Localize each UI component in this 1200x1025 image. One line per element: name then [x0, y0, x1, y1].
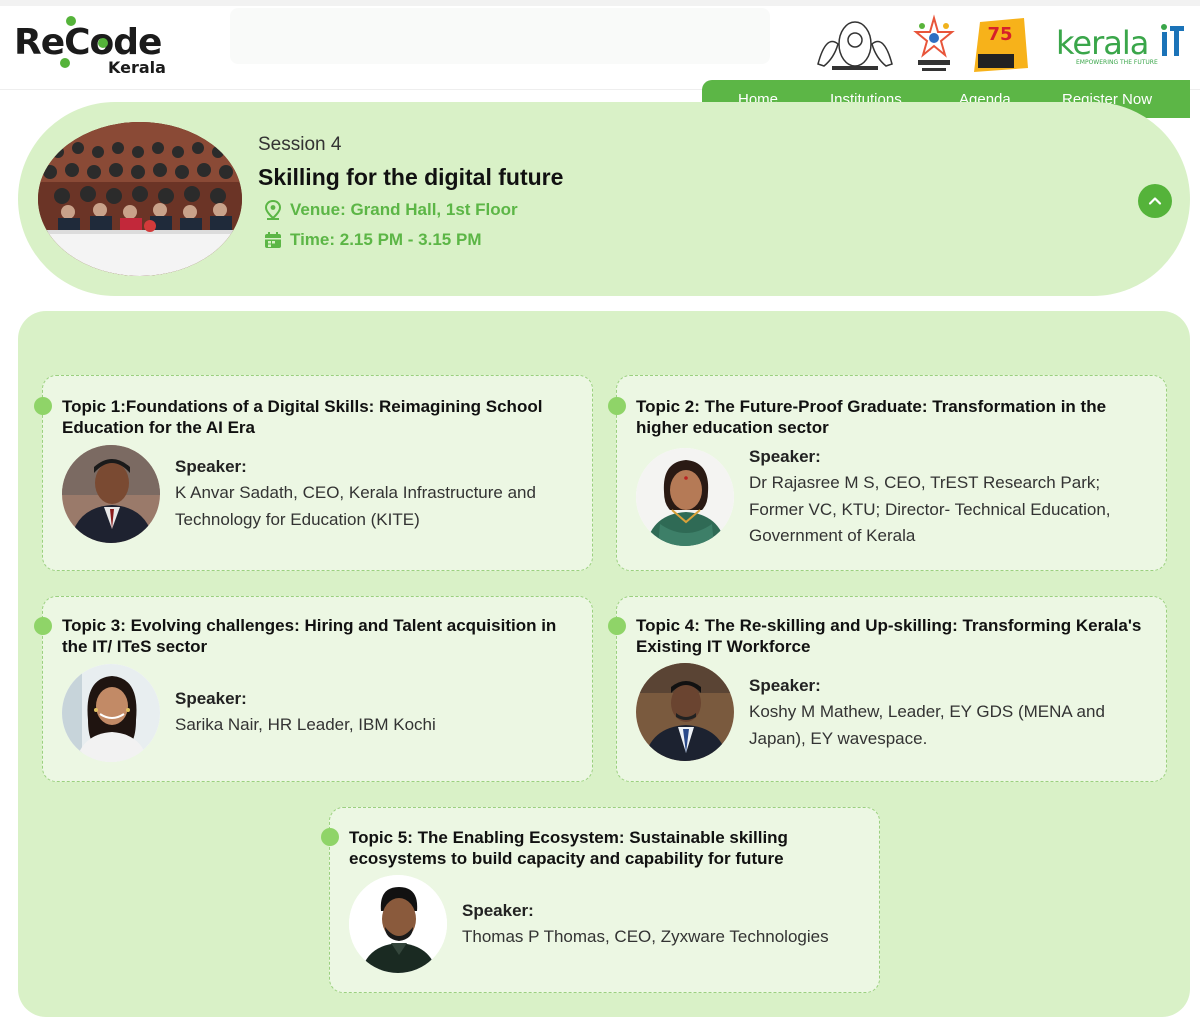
svg-text:kerala: kerala — [1056, 24, 1148, 62]
speaker-avatar-1 — [62, 445, 160, 543]
session-time: Time: 2.15 PM - 3.15 PM — [264, 230, 481, 250]
kerala-it-tagline: EMPOWERING THE FUTURE — [1076, 59, 1158, 66]
75-years-kerala-logo-icon: 75 — [974, 18, 1028, 72]
logo-node-dot — [98, 38, 108, 48]
topic-title-4: Topic 4: The Re-skilling and Up-skilling… — [636, 616, 1142, 656]
speaker-label-1: Speaker: — [175, 457, 247, 476]
topic-title-2: Topic 2: The Future-Proof Graduate: Tran… — [636, 397, 1107, 437]
logo-node-dot — [66, 16, 76, 26]
chevron-up-icon — [1148, 197, 1162, 205]
logo-node-dot — [60, 58, 70, 68]
collapse-session-button[interactable] — [1138, 184, 1172, 218]
speaker-desc-1: K Anvar Sadath, CEO, Kerala Infrastructu… — [175, 483, 536, 529]
speaker-desc-5: Thomas P Thomas, CEO, Zyxware Technologi… — [462, 927, 829, 946]
session-title: Skilling for the digital future — [258, 164, 564, 190]
speaker-avatar-4 — [636, 663, 734, 761]
topic-bullet — [608, 397, 626, 415]
speaker-desc-3: Sarika Nair, HR Leader, IBM Kochi — [175, 715, 436, 734]
recode-kerala-logo[interactable]: ReCode Kerala — [14, 16, 174, 78]
header-top-strip — [0, 0, 1200, 6]
speaker-label-4: Speaker: — [749, 676, 821, 695]
kerala-it-mark-icon: kerala EMPOWERING THE FUTURE — [1056, 24, 1184, 66]
state-emblem-icon — [817, 21, 893, 70]
topic-bullet — [34, 617, 52, 635]
svg-text:75: 75 — [987, 24, 1012, 45]
faded-background-bar — [230, 8, 770, 64]
vision-2031-logo-icon — [913, 14, 955, 71]
speaker-label-2: Speaker: — [749, 447, 821, 466]
speaker-avatar-5 — [349, 875, 447, 973]
speaker-desc-4: Koshy M Mathew, Leader, EY GDS (MENA and… — [749, 702, 1105, 748]
topic-bullet — [34, 397, 52, 415]
session-number: Session 4 — [258, 134, 342, 155]
session-venue: Venue: Grand Hall, 1st Floor — [264, 200, 518, 220]
speaker-label-5: Speaker: — [462, 901, 534, 920]
logo-wordmark: ReCode — [14, 22, 162, 63]
speaker-avatar-3 — [62, 664, 160, 762]
speaker-avatar-2 — [636, 448, 734, 546]
topic-bullet — [608, 617, 626, 635]
location-pin-icon — [264, 200, 282, 220]
session-venue-text: Venue: Grand Hall, 1st Floor — [290, 200, 518, 219]
site-header: ReCode Kerala 75 kerala EMPOWERING THE F… — [0, 0, 1200, 90]
topic-bullet — [321, 828, 339, 846]
speaker-desc-2: Dr Rajasree M S, CEO, TrEST Research Par… — [749, 473, 1111, 545]
session-photo — [38, 122, 242, 276]
kerala-it-logo[interactable]: kerala EMPOWERING THE FUTURE — [1056, 22, 1186, 68]
topic-title-5: Topic 5: The Enabling Ecosystem: Sustain… — [349, 828, 788, 868]
calendar-icon — [265, 232, 281, 248]
logo-subtitle: Kerala — [108, 58, 166, 77]
topic-title-3: Topic 3: Evolving challenges: Hiring and… — [62, 616, 557, 656]
speaker-label-3: Speaker: — [175, 689, 247, 708]
topic-title-1: Topic 1:Foundations of a Digital Skills:… — [62, 397, 543, 437]
session-time-text: Time: 2.15 PM - 3.15 PM — [290, 230, 482, 249]
